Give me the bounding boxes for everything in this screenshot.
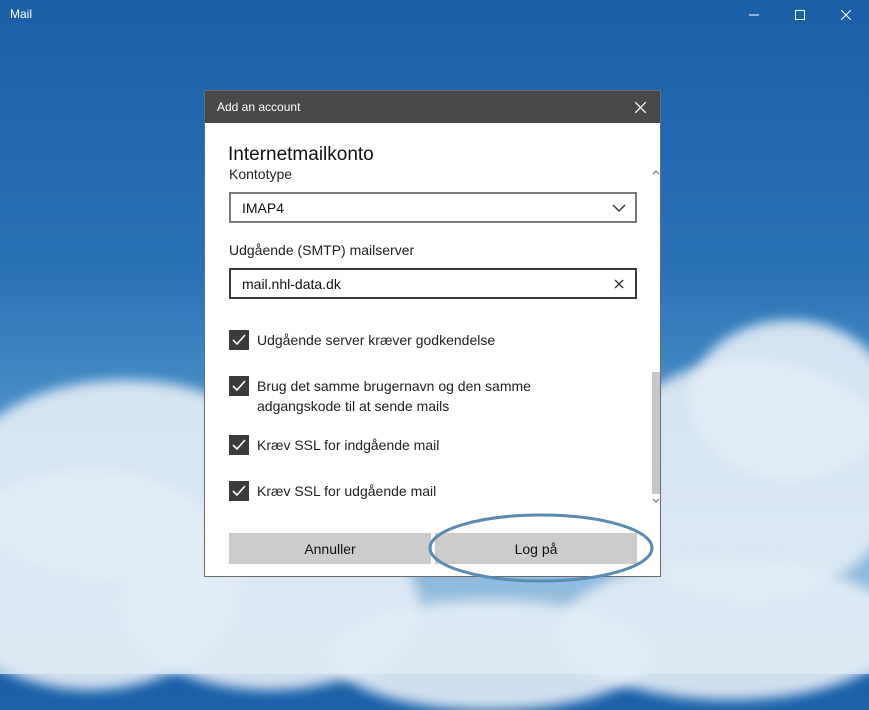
dialog-close-button[interactable] [630, 97, 650, 117]
close-icon [634, 101, 646, 113]
checkbox-label-line1: Brug det samme brugernavn og den samme [257, 378, 531, 394]
checkbox[interactable] [229, 330, 249, 350]
cancel-button[interactable]: Annuller [229, 533, 431, 564]
chevron-up-icon [652, 169, 659, 174]
checkbox-label-line2: adgangskode til at sende mails [257, 398, 450, 414]
close-window-button[interactable] [823, 0, 869, 30]
chevron-down-icon [652, 498, 659, 503]
clear-input-icon[interactable] [611, 276, 627, 292]
account-type-label: Kontotype [229, 166, 293, 182]
maximize-button[interactable] [777, 0, 823, 30]
smtp-server-input[interactable]: mail.nhl-data.dk [229, 268, 637, 299]
chevron-down-icon [612, 204, 626, 212]
highlight-ellipse [428, 513, 654, 583]
smtp-server-value: mail.nhl-data.dk [242, 276, 341, 292]
scroll-up-button[interactable] [651, 167, 660, 176]
account-type-value: IMAP4 [242, 200, 285, 216]
scroll-down-button[interactable] [651, 496, 660, 505]
close-icon [841, 10, 851, 20]
dialog-title: Add an account [217, 100, 301, 114]
checkbox[interactable] [229, 481, 249, 501]
checkbox[interactable] [229, 376, 249, 396]
dialog-heading: Internetmailkonto [228, 144, 374, 165]
checkbox[interactable] [229, 435, 249, 455]
account-type-select[interactable]: IMAP4 [229, 192, 637, 223]
scrollbar-thumb[interactable] [652, 372, 660, 494]
window-titlebar: Mail [0, 0, 869, 30]
maximize-icon [795, 10, 805, 20]
smtp-server-label: Udgående (SMTP) mailserver [229, 242, 415, 258]
checkbox-label: Kræv SSL for indgående mail [257, 437, 440, 453]
dialog-header: Add an account [205, 91, 660, 123]
checkmark-icon [232, 334, 246, 346]
minimize-icon [749, 14, 759, 16]
checkmark-icon [232, 485, 246, 497]
checkbox-label: Kræv SSL for udgående mail [257, 483, 437, 499]
checkmark-icon [232, 439, 246, 451]
dialog-scrollbar[interactable] [651, 167, 660, 507]
add-account-dialog: Add an account Internetmailkonto Kontoty… [204, 90, 661, 577]
checkbox-label: Udgående server kræver godkendelse [257, 332, 496, 348]
checkmark-icon [232, 380, 246, 392]
app-title: Mail [10, 7, 33, 21]
minimize-button[interactable] [731, 0, 777, 30]
